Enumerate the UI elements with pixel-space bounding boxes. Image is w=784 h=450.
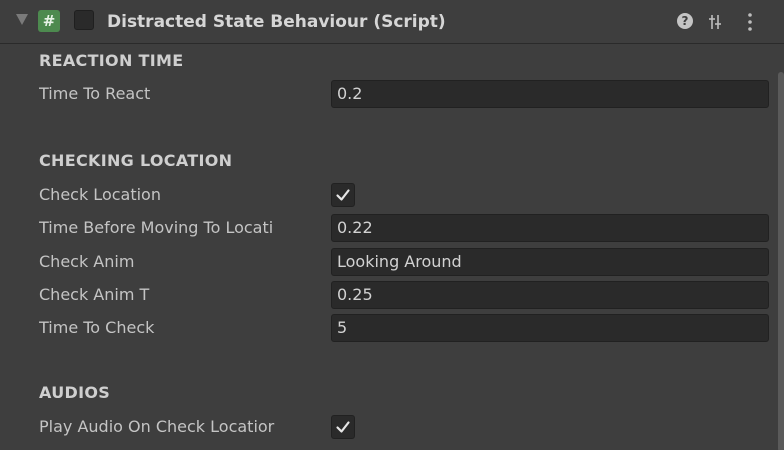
time-to-check-label: Time To Check <box>39 318 155 337</box>
kebab-menu-icon[interactable] <box>745 12 755 32</box>
check-location-label: Check Location <box>39 185 161 204</box>
check-anim-label: Check Anim <box>39 252 135 271</box>
section-header-audios: AUDIOS <box>39 383 111 402</box>
checkmark-icon <box>336 421 350 433</box>
time-before-moving-field[interactable]: 0.22 <box>331 214 769 242</box>
time-to-react-field[interactable]: 0.2 <box>331 80 769 108</box>
check-anim-field[interactable]: Looking Around <box>331 248 769 276</box>
component-title: Distracted State Behaviour (Script) <box>107 12 446 32</box>
time-before-moving-label: Time Before Moving To Locati <box>39 218 274 237</box>
component-enable-checkbox[interactable] <box>74 10 94 30</box>
check-location-checkbox[interactable] <box>331 183 355 207</box>
help-icon[interactable]: ? <box>677 13 693 29</box>
section-header-checking-location: CHECKING LOCATION <box>39 151 233 170</box>
check-anim-t-field[interactable]: 0.25 <box>331 281 769 309</box>
time-to-react-label: Time To React <box>39 84 151 103</box>
play-audio-checkbox[interactable] <box>331 415 355 439</box>
fold-arrow-icon[interactable] <box>16 14 28 25</box>
scrollbar[interactable] <box>778 72 784 450</box>
presets-icon[interactable] <box>707 12 727 32</box>
section-header-reaction-time: REACTION TIME <box>39 51 184 70</box>
script-icon: # <box>38 10 60 32</box>
component-header[interactable]: # Distracted State Behaviour (Script) ? <box>0 0 784 44</box>
inspector-panel: # Distracted State Behaviour (Script) ? … <box>0 0 784 450</box>
checkmark-icon <box>336 189 350 201</box>
component-body: REACTION TIME Time To React 0.2 CHECKING… <box>0 44 784 450</box>
time-to-check-field[interactable]: 5 <box>331 314 769 342</box>
check-anim-t-label: Check Anim T <box>39 285 150 304</box>
play-audio-label: Play Audio On Check Locatior <box>39 417 275 436</box>
